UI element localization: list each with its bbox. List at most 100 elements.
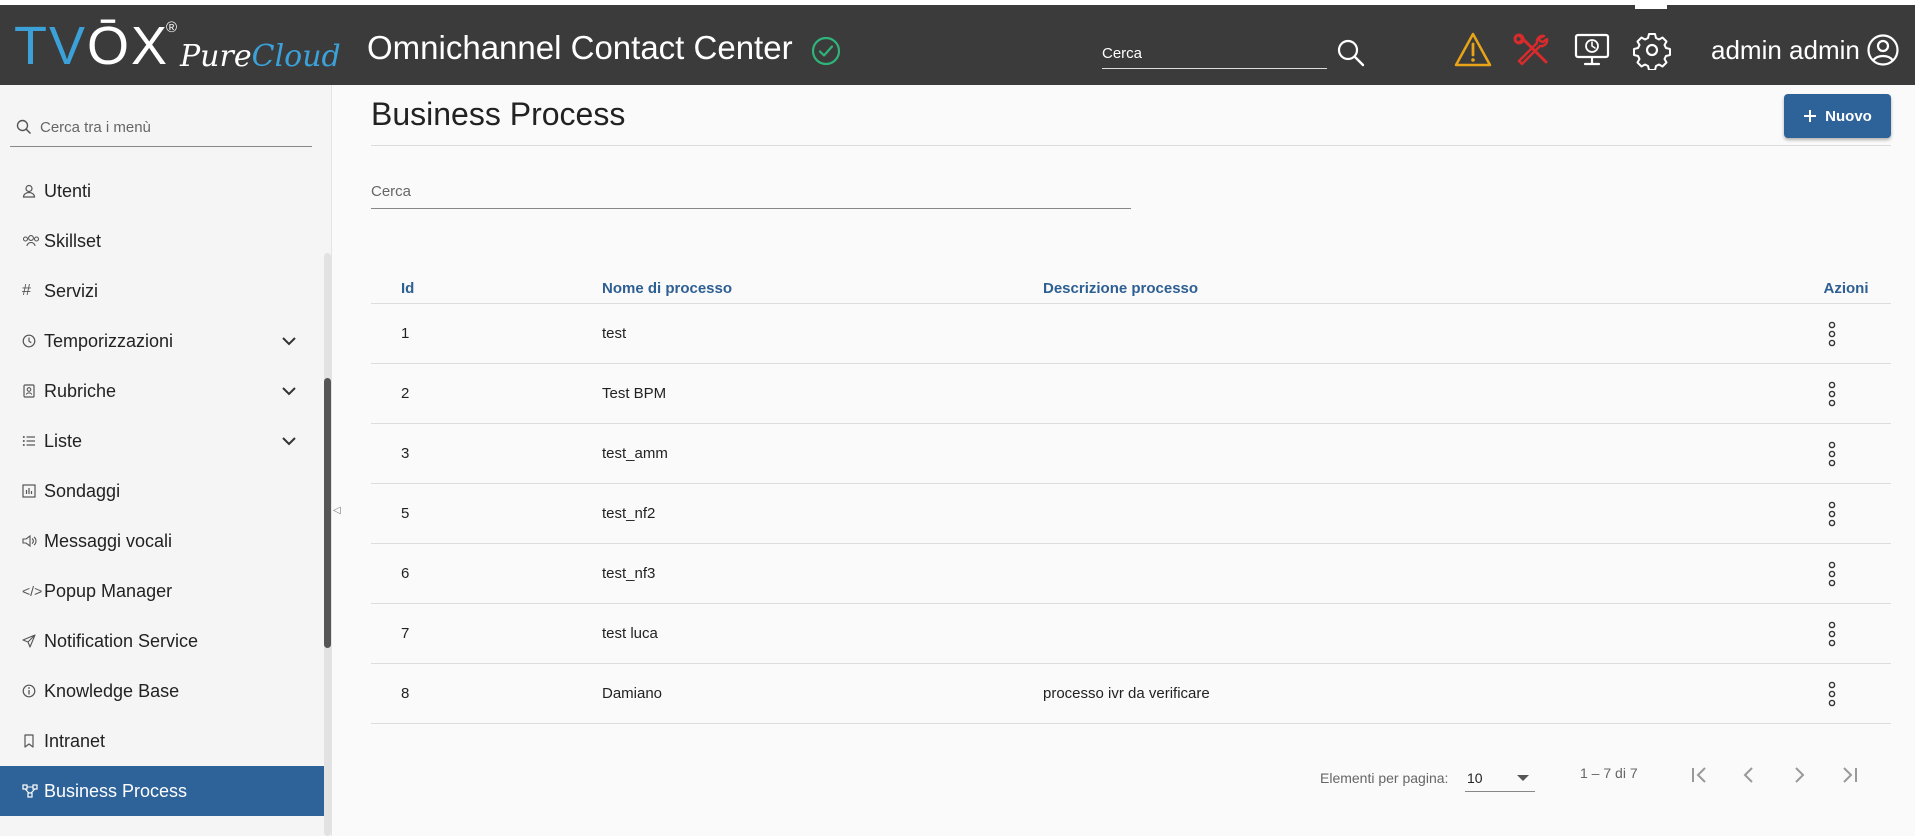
more-actions-icon[interactable]	[1826, 381, 1838, 407]
previous-page-icon[interactable]	[1734, 760, 1764, 790]
chevron-down-icon[interactable]	[280, 382, 298, 400]
more-actions-icon[interactable]	[1826, 621, 1838, 647]
cell-name: test	[602, 325, 627, 342]
paginator: Elementi per pagina: 10 1 – 7 di 7	[1300, 758, 1891, 798]
sidebar-item-skillset[interactable]: Skillset	[0, 216, 325, 266]
process-search-input[interactable]	[371, 174, 1131, 209]
top-bar: TVŌX ® PureCloud Omnichannel Contact Cen…	[0, 5, 1915, 85]
more-actions-icon[interactable]	[1826, 441, 1838, 467]
tools-icon[interactable]	[1512, 30, 1552, 70]
new-button[interactable]: Nuovo	[1784, 94, 1891, 138]
tvox-logo[interactable]: TVŌX ® PureCloud	[14, 15, 341, 79]
sidebar-item-label: Skillset	[44, 230, 102, 251]
last-page-icon[interactable]	[1834, 760, 1864, 790]
sidebar-item-label: Liste	[44, 430, 83, 451]
new-button-label: Nuovo	[1825, 107, 1872, 125]
cell-id: 2	[401, 385, 410, 402]
cell-name: test_nf2	[602, 505, 656, 522]
cell-name: Damiano	[602, 685, 663, 702]
collapse-sidebar-icon[interactable]: ◁	[333, 505, 341, 516]
process-table: Id Nome di processo Descrizione processo…	[371, 272, 1891, 724]
sidebar-item-label: Temporizzazioni	[44, 330, 174, 351]
plus-icon	[1804, 110, 1817, 122]
sidebar-item-liste[interactable]: Liste	[0, 416, 325, 466]
app-title: Omnichannel Contact Center	[367, 29, 793, 66]
list-icon	[22, 432, 44, 450]
col-desc-header[interactable]: Descrizione processo	[1043, 280, 1198, 297]
search-icon	[16, 119, 32, 135]
sidebar-item-servizi[interactable]: # Servizi	[0, 266, 325, 316]
sidebar-item-knowledge-base[interactable]: Knowledge Base	[0, 666, 325, 716]
first-page-icon[interactable]	[1685, 760, 1715, 790]
sidebar-item-label: Knowledge Base	[44, 680, 180, 701]
table-row[interactable]: 8 Damiano processo ivr da verificare	[371, 664, 1891, 724]
sidebar-item-popup-manager[interactable]: </> Popup Manager	[0, 566, 325, 616]
cell-name: test luca	[602, 625, 658, 642]
sidebar-item-label: Sondaggi	[44, 480, 121, 501]
cell-name: test_amm	[602, 445, 668, 462]
page-size-value: 10	[1467, 770, 1483, 786]
sidebar-item-messaggi-vocali[interactable]: Messaggi vocali	[0, 516, 325, 566]
more-actions-icon[interactable]	[1826, 561, 1838, 587]
sidebar-item-label: Servizi	[44, 280, 99, 301]
global-search-input[interactable]	[1102, 39, 1327, 69]
table-row[interactable]: 3 test_amm	[371, 424, 1891, 484]
warning-icon[interactable]	[1453, 30, 1493, 70]
cell-id: 5	[401, 505, 410, 522]
sidebar-item-label: Messaggi vocali	[44, 530, 173, 551]
page-title: Business Process	[371, 96, 626, 132]
search-icon[interactable]	[1336, 38, 1366, 68]
sidebar-item-utenti[interactable]: Utenti	[0, 166, 325, 216]
more-actions-icon[interactable]	[1826, 321, 1838, 347]
sidebar-item-notification-service[interactable]: Notification Service	[0, 616, 325, 666]
users-group-icon	[22, 232, 44, 250]
chevron-down-icon[interactable]	[280, 432, 298, 450]
table-header: Id Nome di processo Descrizione processo…	[371, 272, 1891, 304]
col-actions-header: Azioni	[1823, 280, 1869, 297]
cell-name: test_nf3	[602, 565, 656, 582]
chevron-down-icon[interactable]	[280, 332, 298, 350]
table-row[interactable]: 7 test luca	[371, 604, 1891, 664]
table-row[interactable]: 2 Test BPM	[371, 364, 1891, 424]
col-name-header[interactable]: Nome di processo	[602, 280, 732, 297]
sidebar-item-temporizzazioni[interactable]: Temporizzazioni	[0, 316, 325, 366]
bookmark-icon	[22, 732, 44, 750]
cell-id: 8	[401, 685, 410, 702]
next-page-icon[interactable]	[1784, 760, 1814, 790]
scrollbar-thumb[interactable]	[324, 378, 331, 648]
flow-icon	[22, 782, 44, 800]
cell-id: 6	[401, 565, 410, 582]
active-indicator	[1635, 5, 1667, 9]
sidebar: Utenti Skillset # Servizi Temporizzazioni Rub…	[0, 85, 332, 836]
table-row[interactable]: 1 test	[371, 304, 1891, 364]
monitor-clock-icon[interactable]	[1572, 30, 1612, 70]
table-row[interactable]: 5 test_nf2	[371, 484, 1891, 544]
send-icon	[22, 632, 44, 650]
sidebar-item-sondaggi[interactable]: Sondaggi	[0, 466, 325, 516]
gear-icon[interactable]	[1632, 30, 1672, 70]
cell-description: processo ivr da verificare	[1043, 685, 1210, 702]
page-size-label: Elementi per pagina:	[1320, 770, 1449, 786]
cell-id: 3	[401, 445, 410, 462]
more-actions-icon[interactable]	[1826, 501, 1838, 527]
cell-id: 7	[401, 625, 410, 642]
table-row[interactable]: 6 test_nf3	[371, 544, 1891, 604]
sidebar-item-business-process[interactable]: Business Process	[0, 766, 325, 816]
menu-search-input[interactable]	[40, 115, 300, 139]
title-divider	[371, 145, 1891, 146]
table-body: 1 test 2 Test BPM 3 test_amm 5 test_nf2 6 test_nf…	[371, 304, 1891, 724]
sidebar-item-rubriche[interactable]: Rubriche	[0, 366, 325, 416]
user-icon	[22, 182, 44, 200]
hash-icon: #	[22, 282, 31, 299]
speaker-icon	[22, 532, 44, 550]
sidebar-item-intranet[interactable]: Intranet	[0, 716, 325, 766]
user-circle-icon[interactable]	[1866, 33, 1900, 67]
logo-subtitle: PureCloud	[180, 39, 341, 74]
user-name[interactable]: admin admin	[1711, 35, 1860, 66]
col-id-header[interactable]: Id	[401, 280, 414, 297]
cell-name: Test BPM	[602, 385, 667, 402]
page-range: 1 – 7 di 7	[1580, 765, 1638, 781]
more-actions-icon[interactable]	[1826, 681, 1838, 707]
sidebar-scrollbar[interactable]	[324, 253, 331, 836]
page-size-select[interactable]: 10	[1465, 762, 1535, 792]
